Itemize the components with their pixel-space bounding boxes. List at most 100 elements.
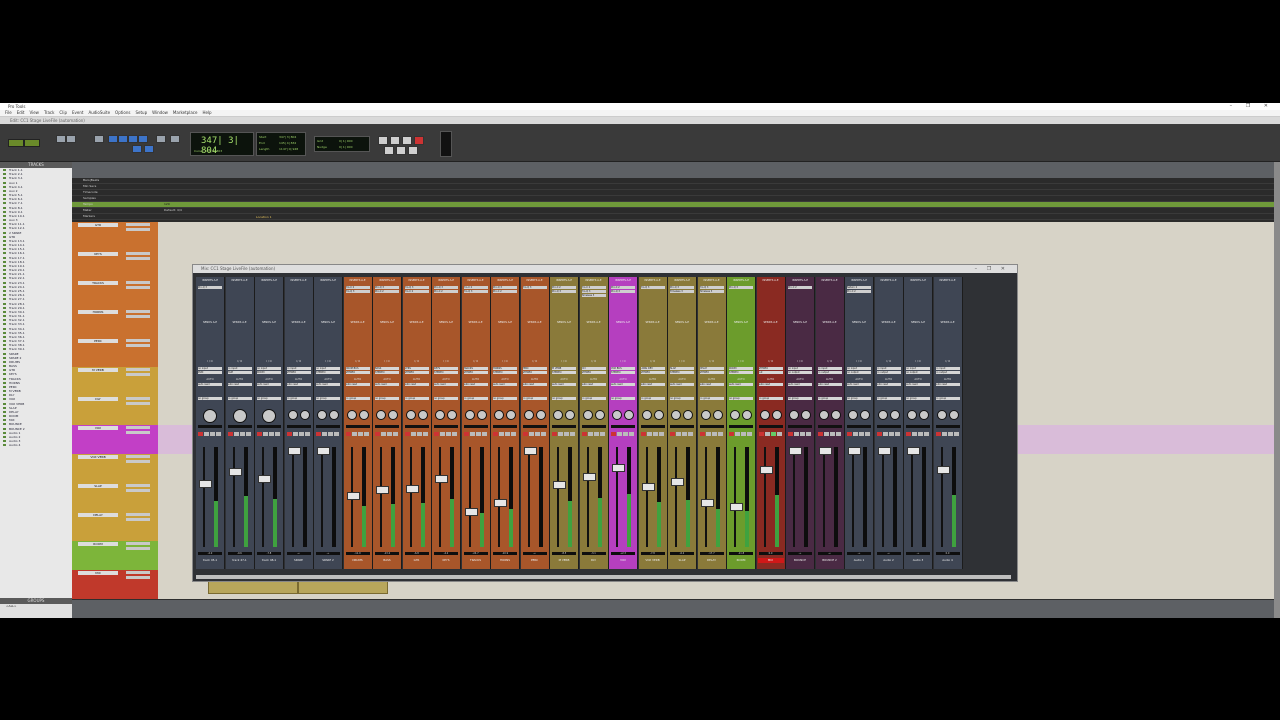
- pan-knob-left[interactable]: [641, 410, 652, 420]
- group-selector[interactable]: no group: [611, 397, 635, 400]
- track-name-button[interactable]: KEYS: [433, 558, 459, 563]
- rewind-icon[interactable]: [378, 136, 388, 145]
- zoom-icon[interactable]: [56, 135, 66, 143]
- solo-button[interactable]: [652, 432, 658, 436]
- solo-button[interactable]: [682, 432, 687, 436]
- input-selector[interactable]: DLY: [581, 367, 606, 370]
- pan-knob-left[interactable]: [376, 410, 386, 420]
- automation-mode[interactable]: auto read: [552, 383, 576, 386]
- insert-slot[interactable]: [126, 547, 150, 550]
- marker-location[interactable]: Location 1: [256, 215, 272, 219]
- input-monitor-button[interactable]: [204, 432, 209, 436]
- input-selector[interactable]: TRACKS: [463, 367, 488, 370]
- insert-slot[interactable]: Pro-C 2: [788, 286, 812, 289]
- group-selector[interactable]: no group: [788, 397, 812, 400]
- mute-button[interactable]: [747, 432, 752, 436]
- pencil-tool-icon[interactable]: [138, 135, 148, 143]
- track-header[interactable]: VOX: [72, 425, 158, 454]
- volume-fader[interactable]: [346, 492, 360, 501]
- track-name-button[interactable]: Audio 4: [935, 558, 961, 563]
- insert-slot[interactable]: Pro-C 2: [404, 290, 429, 293]
- pan-knob-right[interactable]: [388, 410, 398, 420]
- volume-fader[interactable]: [494, 498, 507, 507]
- volume-fader[interactable]: [287, 447, 301, 455]
- output-selector[interactable]: STEREO: [670, 371, 694, 374]
- insert-slot[interactable]: [126, 252, 150, 255]
- track-name[interactable]: KEYS: [78, 252, 118, 256]
- solo-button[interactable]: [416, 432, 422, 436]
- output-selector[interactable]: STEREO: [493, 371, 517, 374]
- input-monitor-button[interactable]: [381, 432, 386, 436]
- input-selector[interactable]: LONG REV: [640, 367, 665, 370]
- solo-button[interactable]: [859, 432, 864, 436]
- menu-item[interactable]: Help: [202, 110, 211, 116]
- group-selector[interactable]: no group: [463, 397, 488, 400]
- spot-mode-button[interactable]: [24, 139, 40, 147]
- input-monitor-button[interactable]: [233, 432, 239, 436]
- insert-slot[interactable]: [126, 339, 150, 342]
- grid-mode-icon[interactable]: [132, 145, 142, 153]
- loop-icon[interactable]: [384, 146, 394, 155]
- output-selector[interactable]: STEREO: [522, 371, 547, 374]
- pan-knob[interactable]: [262, 409, 276, 423]
- output-selector[interactable]: STEREO: [729, 371, 753, 374]
- insert-slot[interactable]: [126, 315, 150, 318]
- group-selector[interactable]: no group: [198, 397, 222, 400]
- insert-slot[interactable]: Pro-Q 3: [670, 286, 694, 289]
- volume-fader[interactable]: [936, 465, 950, 474]
- insert-slot[interactable]: [126, 571, 150, 574]
- menu-item[interactable]: Options: [115, 110, 130, 116]
- mute-button[interactable]: [245, 432, 251, 436]
- volume-value[interactable]: -2.0: [198, 552, 222, 555]
- group-selector[interactable]: no group: [906, 397, 930, 400]
- track-header[interactable]: HORNS: [72, 309, 158, 338]
- mute-button[interactable]: [717, 432, 723, 436]
- record-enable-button[interactable]: [581, 432, 587, 436]
- volume-fader[interactable]: [553, 480, 566, 489]
- automation-mode[interactable]: auto read: [699, 383, 724, 386]
- volume-fader[interactable]: [641, 482, 655, 491]
- insert-slot[interactable]: [126, 513, 150, 516]
- input-monitor-button[interactable]: [912, 432, 917, 436]
- track-name-button[interactable]: SPARE 2: [315, 558, 341, 563]
- record-enable-button[interactable]: [935, 432, 941, 436]
- insert-slot[interactable]: [126, 402, 150, 405]
- solo-button[interactable]: [534, 432, 540, 436]
- volume-value[interactable]: -13.2: [375, 552, 399, 555]
- pan-knob-right[interactable]: [683, 410, 693, 420]
- automation-mode[interactable]: auto read: [227, 383, 252, 386]
- mute-button[interactable]: [688, 432, 693, 436]
- input-monitor-button[interactable]: [499, 432, 504, 436]
- input-monitor-button[interactable]: [322, 432, 327, 436]
- play-icon[interactable]: [402, 136, 412, 145]
- zoom-preset-icon[interactable]: [94, 135, 104, 143]
- input-monitor-button[interactable]: [440, 432, 445, 436]
- track-name[interactable]: M VERB: [78, 368, 118, 372]
- track-lane[interactable]: [158, 222, 1280, 251]
- input-monitor-button[interactable]: [646, 432, 652, 436]
- menu-item[interactable]: Clip: [59, 110, 67, 116]
- input-monitor-button[interactable]: [558, 432, 563, 436]
- automation-mode[interactable]: auto read: [434, 383, 458, 386]
- mute-button[interactable]: [629, 432, 634, 436]
- pan-knob-left[interactable]: [612, 410, 622, 420]
- pan-knob-right[interactable]: [447, 410, 457, 420]
- pan-knob-left[interactable]: [877, 410, 888, 420]
- record-enable-button[interactable]: [611, 432, 616, 436]
- input-selector[interactable]: PERC: [522, 367, 547, 370]
- volume-value[interactable]: -9.6: [227, 552, 252, 555]
- mute-button[interactable]: [275, 432, 280, 436]
- input-monitor-button[interactable]: [587, 432, 593, 436]
- input-selector[interactable]: no input: [906, 367, 930, 370]
- output-selector[interactable]: no output: [847, 371, 871, 374]
- mute-button[interactable]: [894, 432, 900, 436]
- output-selector[interactable]: STEREO: [581, 371, 606, 374]
- volume-value[interactable]: -∞: [847, 552, 871, 555]
- track-name-button[interactable]: Audio 1: [846, 558, 872, 563]
- volume-value[interactable]: -24.7: [463, 552, 488, 555]
- pan-knob-left[interactable]: [346, 410, 357, 420]
- output-selector[interactable]: STEREO: [552, 371, 576, 374]
- selector-tool-icon[interactable]: [108, 135, 118, 143]
- insert-slot[interactable]: Saturn 2: [847, 286, 871, 289]
- group-selector[interactable]: no group: [876, 397, 901, 400]
